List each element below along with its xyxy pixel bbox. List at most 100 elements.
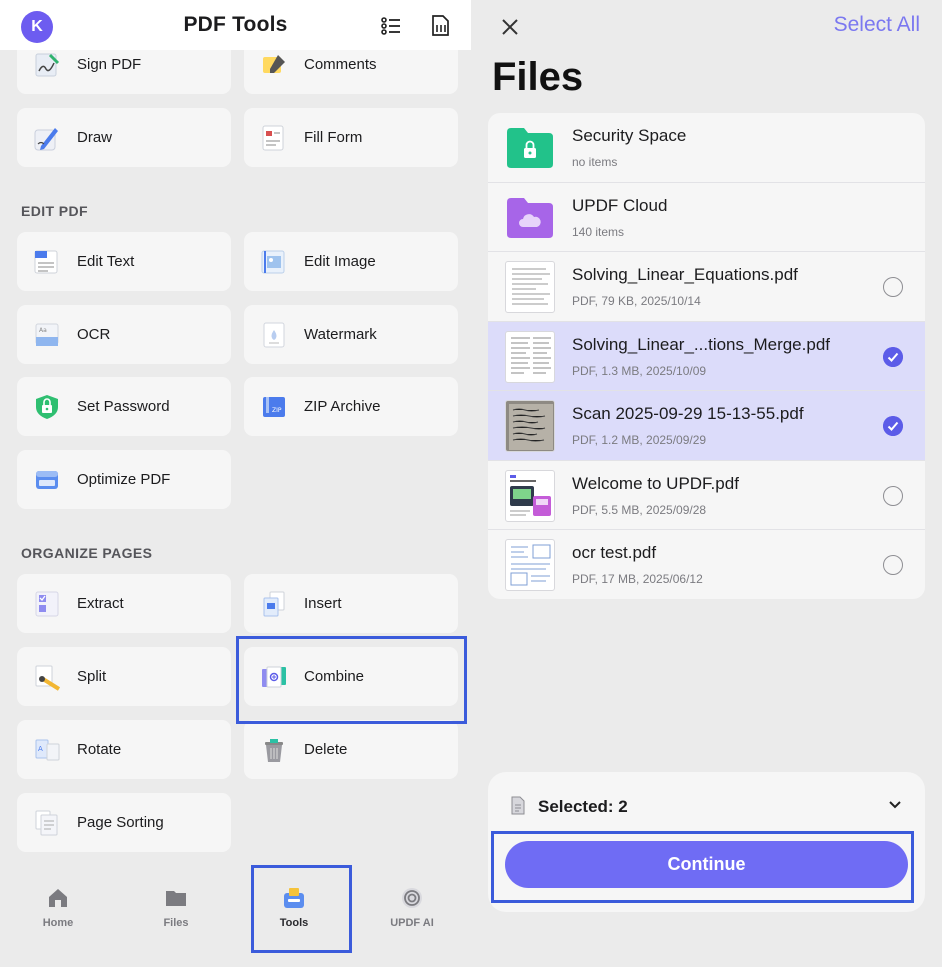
rotate-icon: A — [35, 739, 60, 761]
tool-label: Split — [77, 668, 107, 685]
list-item-file[interactable]: Welcome to UPDF.pdf PDF, 5.5 MB, 2025/09… — [488, 461, 925, 530]
list-item-file[interactable]: Scan 2025-09-29 15-13-55.pdf PDF, 1.2 MB… — [488, 391, 925, 461]
file-name: ocr test.pdf — [572, 543, 657, 562]
tool-label: Edit Text — [77, 253, 135, 270]
draw-icon — [34, 128, 58, 151]
select-radio[interactable] — [883, 485, 903, 506]
sign-pdf-icon — [35, 53, 60, 77]
ocr-icon: Aa — [35, 323, 59, 346]
tool-zip-archive[interactable]: ZIP ZIP Archive — [244, 377, 458, 436]
select-radio[interactable] — [883, 555, 903, 575]
tool-ocr[interactable]: Aa OCR — [17, 305, 231, 364]
tool-label: Insert — [304, 595, 342, 612]
tab-label: Home — [42, 917, 74, 929]
tool-label: Sign PDF — [77, 56, 142, 73]
file-list: Security Space no items UPDF Cloud 140 i… — [488, 113, 925, 599]
tool-label: Draw — [77, 129, 113, 146]
tool-insert[interactable]: Insert — [244, 574, 458, 633]
home-icon — [49, 889, 67, 907]
zip-archive-icon: ZIP — [263, 397, 285, 417]
list-item-file[interactable]: Solving_Linear_...tions_Merge.pdf PDF, 1… — [488, 321, 925, 391]
comments-icon — [263, 55, 285, 73]
task-list-icon[interactable] — [380, 14, 402, 38]
file-name: Scan 2025-09-29 15-13-55.pdf — [572, 404, 804, 423]
file-picker-pane: Select All Files Security Space no items… — [471, 0, 942, 967]
list-item-file[interactable]: ocr test.pdf PDF, 17 MB, 2025/06/12 — [488, 530, 925, 599]
file-meta: PDF, 17 MB, 2025/06/12 — [572, 572, 703, 586]
page-sorting-icon — [35, 810, 58, 836]
tool-draw[interactable]: Draw — [17, 108, 231, 167]
list-item-updf-cloud[interactable]: UPDF Cloud 140 items — [488, 183, 925, 252]
cloud-folder-icon — [507, 197, 553, 238]
tools-tab-highlight-box — [251, 865, 352, 953]
pdf-thumbnail — [505, 330, 555, 383]
tool-fill-form[interactable]: Fill Form — [244, 108, 458, 167]
close-icon[interactable] — [499, 16, 521, 38]
tool-page-sorting[interactable]: Page Sorting — [17, 793, 231, 852]
page-title: Files — [492, 55, 584, 99]
section-title-organize-pages: ORGANIZE PAGES — [21, 545, 153, 561]
select-radio[interactable] — [883, 277, 903, 297]
pdf-tools-pane: K PDF Tools Sign PDF Comments Draw Fill … — [0, 0, 471, 967]
file-meta: 140 items — [572, 224, 625, 239]
pdf-thumbnail — [505, 469, 555, 522]
tool-label: Comments — [304, 56, 377, 73]
tab-updf-ai[interactable]: UPDF AI — [362, 862, 462, 942]
files-icon — [166, 891, 186, 906]
tool-edit-image[interactable]: Edit Image — [244, 232, 458, 291]
tool-optimize-pdf[interactable]: Optimize PDF — [17, 450, 231, 509]
tool-label: Set Password — [77, 398, 170, 415]
checkmark-icon[interactable] — [883, 346, 903, 367]
svg-text:A: A — [38, 745, 43, 753]
chevron-down-icon[interactable] — [888, 800, 902, 810]
fill-form-icon — [262, 125, 284, 151]
selected-count: Selected: 2 — [538, 797, 628, 816]
tool-set-password[interactable]: Set Password — [17, 377, 231, 436]
tool-label: Page Sorting — [77, 814, 164, 831]
tool-label: Extract — [77, 595, 124, 612]
optimize-pdf-icon — [36, 471, 58, 489]
list-item-file[interactable]: Solving_Linear_Equations.pdf PDF, 79 KB,… — [488, 252, 925, 322]
file-meta: no items — [572, 155, 618, 169]
file-name: UPDF Cloud — [572, 195, 668, 215]
tools-header: K PDF Tools — [0, 0, 471, 50]
tab-home[interactable]: Home — [8, 862, 108, 942]
extract-icon — [35, 591, 59, 617]
tab-label: UPDF AI — [390, 917, 434, 929]
edit-text-icon — [34, 250, 58, 274]
tool-label: OCR — [77, 326, 111, 343]
tool-split[interactable]: Split — [17, 647, 231, 706]
tool-extract[interactable]: Extract — [17, 574, 231, 633]
tool-label: Watermark — [304, 326, 377, 343]
tab-label: Files — [163, 917, 189, 929]
file-name: Welcome to UPDF.pdf — [572, 473, 739, 493]
continue-highlight-box — [491, 831, 914, 903]
updf-ai-icon — [402, 888, 422, 908]
file-meta: PDF, 5.5 MB, 2025/09/28 — [572, 502, 707, 517]
tool-label: Fill Form — [304, 129, 363, 146]
select-all-button[interactable]: Select All — [834, 13, 920, 37]
pdf-thumbnail — [505, 261, 555, 313]
watermark-icon — [263, 322, 285, 348]
svg-text:Aa: Aa — [39, 327, 47, 334]
tool-edit-text[interactable]: Edit Text — [17, 232, 231, 291]
bottom-tab-bar: Home Files Tools UPDF AI — [0, 862, 471, 967]
split-icon — [35, 665, 61, 691]
tool-delete[interactable]: Delete — [244, 720, 458, 779]
file-meta: PDF, 1.3 MB, 2025/10/09 — [572, 363, 707, 378]
scan-thumbnail — [505, 400, 555, 452]
tool-rotate[interactable]: A Rotate — [17, 720, 231, 779]
tab-files[interactable]: Files — [126, 862, 226, 942]
tool-label: Edit Image — [304, 253, 376, 270]
combine-highlight-box — [236, 636, 467, 724]
file-name: Security Space — [572, 126, 687, 145]
list-item-security-space[interactable]: Security Space no items — [488, 113, 925, 183]
insert-icon — [263, 591, 285, 617]
tool-label: Rotate — [77, 741, 122, 758]
tool-label: ZIP Archive — [304, 398, 381, 415]
document-settings-icon[interactable] — [429, 14, 451, 38]
document-icon — [511, 796, 525, 815]
tool-watermark[interactable]: Watermark — [244, 305, 458, 364]
tool-label: Optimize PDF — [77, 471, 171, 488]
checkmark-icon[interactable] — [883, 416, 903, 436]
